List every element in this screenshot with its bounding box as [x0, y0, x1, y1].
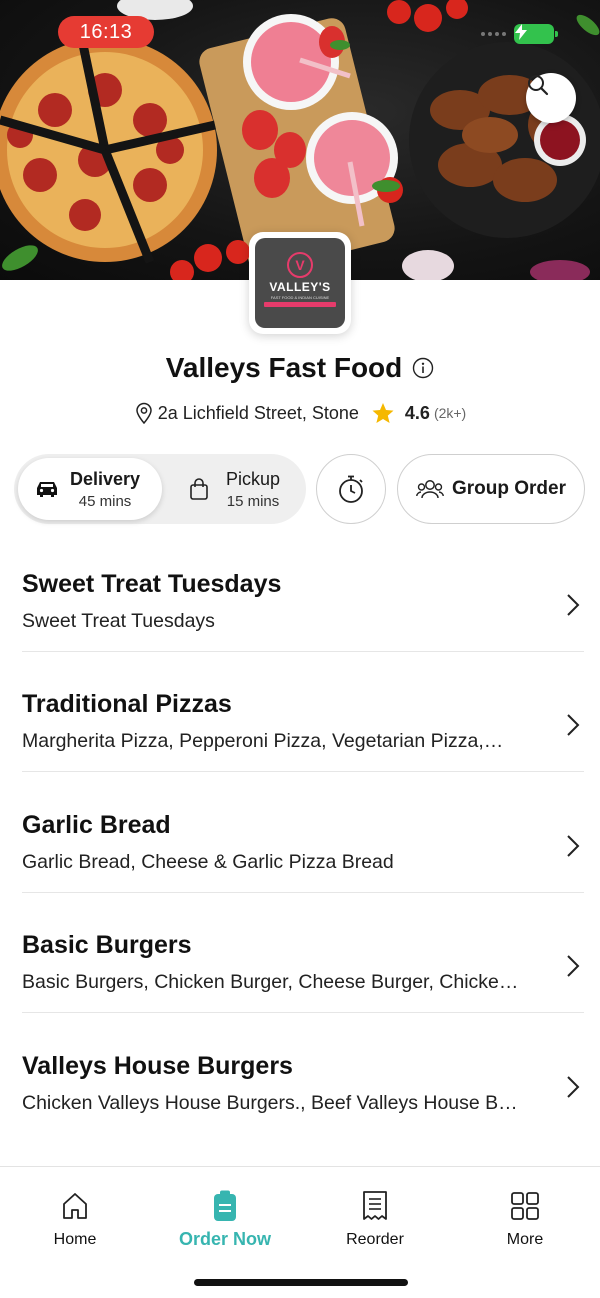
- chevron-right-icon: [567, 835, 580, 857]
- delivery-option[interactable]: Delivery 45 mins: [18, 458, 162, 520]
- restaurant-address: 2a Lichfield Street, Stone: [157, 402, 359, 423]
- rating-value: 4.6: [404, 402, 430, 423]
- logo-badge: V VALLEY'S FAST FOOD & INDIAN CUISINE: [255, 238, 345, 328]
- category-title: Garlic Bread: [22, 811, 171, 839]
- divider: [22, 651, 584, 652]
- tab-home[interactable]: Home: [20, 1189, 130, 1249]
- restaurant-meta: 2a Lichfield Street, Stone 4.6 (2k+): [0, 402, 600, 424]
- receipt-icon: [358, 1189, 392, 1223]
- rating-count: (2k+): [433, 405, 467, 421]
- order-mode-toggle: Delivery 45 mins Pickup 15 mins: [14, 454, 306, 524]
- chevron-right-icon: [567, 955, 580, 977]
- tab-order-now[interactable]: Order Now: [170, 1189, 280, 1250]
- location-pin-icon: [136, 402, 152, 424]
- order-icon: [208, 1189, 242, 1223]
- tab-reorder-label: Reorder: [346, 1231, 404, 1248]
- group-order-button[interactable]: Group Order: [397, 454, 585, 524]
- car-icon: [34, 476, 60, 502]
- tab-order-now-label: Order Now: [178, 1229, 271, 1249]
- home-indicator: [194, 1279, 408, 1286]
- divider: [22, 1012, 584, 1013]
- category-description: Chicken Valleys House Burgers., Beef Val…: [22, 1092, 518, 1114]
- delivery-time: 45 mins: [78, 492, 132, 510]
- pickup-label: Pickup: [226, 468, 281, 489]
- chevron-right-icon: [567, 714, 580, 736]
- battery-charging-icon: [514, 24, 558, 44]
- stopwatch-icon: [339, 475, 363, 503]
- category-row[interactable]: Sweet Treat Tuesdays Sweet Treat Tuesday…: [22, 558, 584, 658]
- status-bar-time: 16:13: [58, 16, 154, 48]
- status-bar-indicators: [481, 24, 558, 44]
- signal-icon: [481, 32, 506, 36]
- category-description: Sweet Treat Tuesdays: [22, 610, 215, 632]
- chevron-right-icon: [567, 1076, 580, 1098]
- category-title: Sweet Treat Tuesdays: [22, 570, 282, 598]
- restaurant-name: Valleys Fast Food: [165, 352, 403, 383]
- chevron-right-icon: [567, 594, 580, 616]
- category-description: Basic Burgers, Chicken Burger, Cheese Bu…: [22, 971, 519, 993]
- pickup-option[interactable]: Pickup 15 mins: [182, 458, 302, 520]
- pickup-time: 15 mins: [226, 492, 280, 510]
- category-description: Garlic Bread, Cheese & Garlic Pizza Brea…: [22, 851, 394, 873]
- category-title: Valleys House Burgers: [22, 1052, 293, 1080]
- restaurant-header: Valleys Fast Food: [0, 352, 600, 384]
- search-button[interactable]: [526, 73, 576, 123]
- shopping-bag-icon: [186, 476, 212, 502]
- category-row[interactable]: Garlic Bread Garlic Bread, Cheese & Garl…: [22, 799, 584, 899]
- category-title: Basic Burgers: [22, 931, 192, 959]
- home-icon: [58, 1189, 92, 1223]
- search-icon: [528, 75, 549, 96]
- category-row[interactable]: Traditional Pizzas Margherita Pizza, Pep…: [22, 678, 584, 778]
- star-icon: [372, 403, 394, 423]
- category-row[interactable]: Valleys House Burgers Chicken Valleys Ho…: [22, 1040, 584, 1140]
- info-icon[interactable]: [412, 357, 434, 379]
- group-icon: [416, 480, 444, 499]
- restaurant-logo: V VALLEY'S FAST FOOD & INDIAN CUISINE: [249, 232, 351, 334]
- grid-icon: [508, 1189, 542, 1223]
- divider: [22, 771, 584, 772]
- tab-reorder[interactable]: Reorder: [320, 1189, 430, 1249]
- category-title: Traditional Pizzas: [22, 690, 232, 718]
- tab-more[interactable]: More: [470, 1189, 580, 1249]
- tab-more-label: More: [506, 1231, 544, 1248]
- tab-home-label: Home: [53, 1231, 97, 1248]
- divider: [22, 892, 584, 893]
- delivery-label: Delivery: [70, 468, 141, 489]
- category-description: Margherita Pizza, Pepperoni Pizza, Veget…: [22, 730, 504, 752]
- group-order-label: Group Order: [451, 478, 566, 499]
- category-row[interactable]: Basic Burgers Basic Burgers, Chicken Bur…: [22, 919, 584, 1019]
- schedule-button[interactable]: [316, 454, 386, 524]
